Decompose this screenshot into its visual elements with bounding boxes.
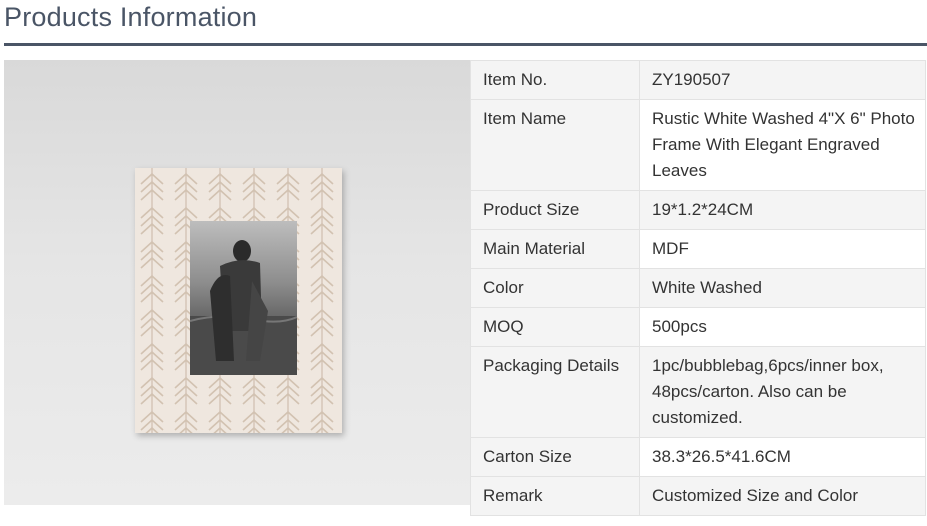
table-row: Remark Customized Size and Color <box>470 476 926 516</box>
table-row: Packaging Details 1pc/bubblebag,6pcs/inn… <box>470 346 926 438</box>
spec-value: 500pcs <box>639 307 926 347</box>
spec-value: Rustic White Washed 4"X 6" Photo Frame W… <box>639 99 926 191</box>
spec-value: 38.3*26.5*41.6CM <box>639 437 926 477</box>
table-row: Product Size 19*1.2*24CM <box>470 190 926 230</box>
spec-label: Item Name <box>470 99 640 191</box>
inner-photo <box>190 221 297 375</box>
spec-label: Remark <box>470 476 640 516</box>
spec-value: 19*1.2*24CM <box>639 190 926 230</box>
product-photo <box>4 60 470 505</box>
spec-label: Color <box>470 268 640 308</box>
spec-table-wrap: Item No. ZY190507 Item Name Rustic White… <box>470 60 926 516</box>
spec-label: Packaging Details <box>470 346 640 438</box>
table-row: Item No. ZY190507 <box>470 60 926 100</box>
spec-label: Main Material <box>470 229 640 269</box>
spec-label: Item No. <box>470 60 640 100</box>
spec-label: Product Size <box>470 190 640 230</box>
spec-value: MDF <box>639 229 926 269</box>
spec-table: Item No. ZY190507 Item Name Rustic White… <box>470 60 926 516</box>
table-row: Main Material MDF <box>470 229 926 269</box>
spec-value: ZY190507 <box>639 60 926 100</box>
product-info-page: Products Information Item No. ZY190507 I… <box>0 0 927 526</box>
spec-value: 1pc/bubblebag,6pcs/inner box, 48pcs/cart… <box>639 346 926 438</box>
spec-value: White Washed <box>639 268 926 308</box>
table-row: Color White Washed <box>470 268 926 308</box>
table-row: Carton Size 38.3*26.5*41.6CM <box>470 437 926 477</box>
table-row: Item Name Rustic White Washed 4"X 6" Pho… <box>470 99 926 191</box>
title-divider <box>4 43 927 46</box>
table-row: MOQ 500pcs <box>470 307 926 347</box>
photo-frame-image <box>135 168 342 433</box>
spec-value: Customized Size and Color <box>639 476 926 516</box>
spec-label: Carton Size <box>470 437 640 477</box>
page-title: Products Information <box>4 2 258 32</box>
spec-label: MOQ <box>470 307 640 347</box>
